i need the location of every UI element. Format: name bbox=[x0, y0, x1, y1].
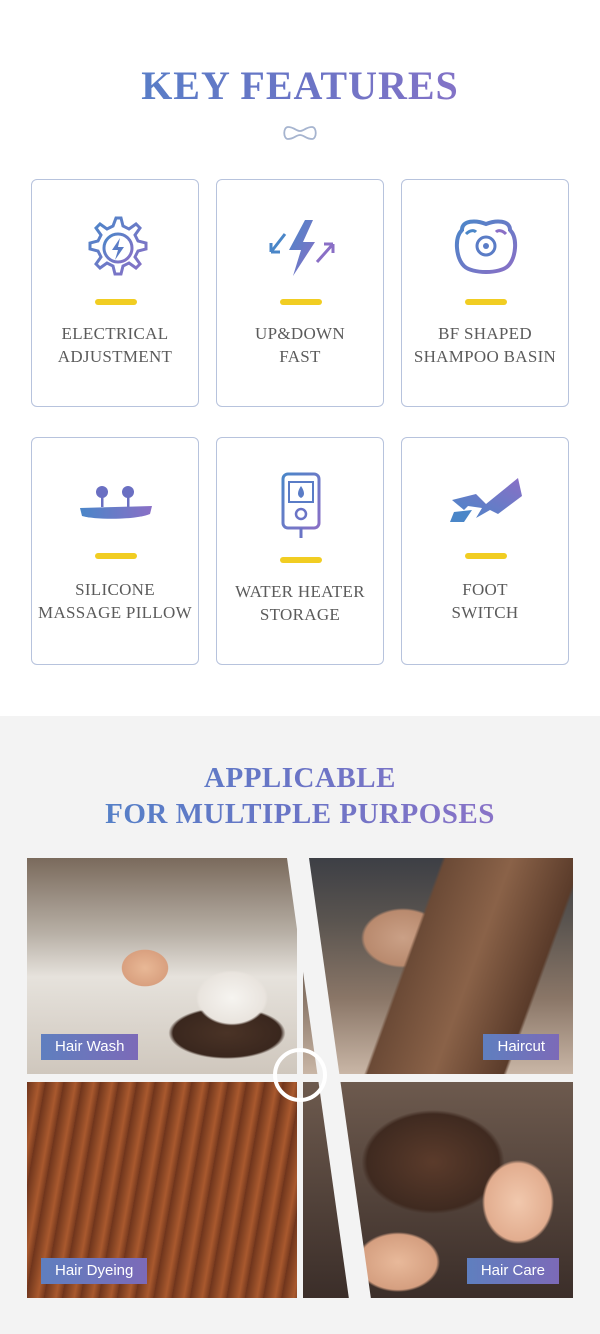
photo-label: Haircut bbox=[483, 1034, 559, 1060]
feature-label: ELECTRICAL ADJUSTMENT bbox=[32, 322, 198, 368]
applicable-purposes-section: APPLICABLE FOR MULTIPLE PURPOSES Hair Wa… bbox=[0, 716, 600, 1334]
feature-label: BF SHAPED SHAMPOO BASIN bbox=[402, 322, 568, 368]
feature-label-line1: FOOT bbox=[462, 580, 508, 599]
massage-pillow-icon bbox=[80, 486, 152, 519]
key-features-section: KEY FEATURES ELECTRICAL ADJUSTMENT UP&DO… bbox=[0, 0, 600, 716]
feature-label-line2: SHAMPOO BASIN bbox=[413, 347, 557, 366]
feature-label-line2: SWITCH bbox=[451, 603, 519, 622]
ornament-divider-icon bbox=[283, 126, 317, 140]
feature-label-line2: MASSAGE PILLOW bbox=[38, 603, 192, 622]
yellow-accent-bar bbox=[280, 557, 322, 563]
feature-label-line1: UP&DOWN bbox=[255, 324, 345, 343]
feature-card-electrical-adjustment: ELECTRICAL ADJUSTMENT bbox=[31, 179, 199, 407]
yellow-accent-bar bbox=[465, 299, 507, 305]
feature-card-silicone-massage-pillow: SILICONE MASSAGE PILLOW bbox=[31, 437, 199, 665]
water-heater-icon bbox=[281, 472, 321, 538]
purposes-title-line1: APPLICABLE bbox=[0, 760, 600, 796]
lightning-arrows-icon bbox=[269, 220, 335, 276]
feature-label-line1: WATER HEATER bbox=[235, 582, 365, 601]
haircut-photo: Haircut bbox=[303, 858, 573, 1074]
purposes-title: APPLICABLE FOR MULTIPLE PURPOSES bbox=[0, 760, 600, 832]
feature-label: UP&DOWN FAST bbox=[217, 322, 383, 368]
feature-label-line2: FAST bbox=[279, 347, 321, 366]
feature-label-line1: SILICONE bbox=[75, 580, 155, 599]
feature-card-foot-switch: FOOT SWITCH bbox=[401, 437, 569, 665]
feature-label-line1: ELECTRICAL bbox=[61, 324, 169, 343]
foot-switch-icon bbox=[450, 478, 522, 522]
feature-label-line1: BF SHAPED bbox=[438, 324, 532, 343]
yellow-accent-bar bbox=[280, 299, 322, 305]
center-ring-ornament bbox=[273, 1048, 327, 1102]
yellow-accent-bar bbox=[95, 299, 137, 305]
feature-card-up-down-fast: UP&DOWN FAST bbox=[216, 179, 384, 407]
key-features-title: KEY FEATURES bbox=[0, 62, 600, 109]
yellow-accent-bar bbox=[95, 553, 137, 559]
gear-lightning-icon bbox=[88, 216, 148, 276]
photo-label: Hair Dyeing bbox=[41, 1258, 148, 1284]
purposes-title-line2: FOR MULTIPLE PURPOSES bbox=[0, 796, 600, 832]
shampoo-basin-icon bbox=[455, 219, 517, 274]
feature-card-water-heater-storage: WATER HEATER STORAGE bbox=[216, 437, 384, 665]
hair-wash-photo: Hair Wash bbox=[27, 858, 297, 1074]
hair-dyeing-photo: Hair Dyeing bbox=[27, 1082, 297, 1298]
photo-label: Hair Wash bbox=[41, 1034, 139, 1060]
feature-label: SILICONE MASSAGE PILLOW bbox=[32, 578, 198, 624]
photo-label: Hair Care bbox=[466, 1258, 559, 1284]
feature-label-line2: ADJUSTMENT bbox=[57, 347, 173, 366]
feature-card-bf-shaped-shampoo-basin: BF SHAPED SHAMPOO BASIN bbox=[401, 179, 569, 407]
feature-label: FOOT SWITCH bbox=[402, 578, 568, 624]
feature-label: WATER HEATER STORAGE bbox=[217, 580, 383, 626]
feature-label-line2: STORAGE bbox=[259, 605, 341, 624]
yellow-accent-bar bbox=[465, 553, 507, 559]
purposes-photo-collage: Hair Wash Haircut Hair Dyeing Hair Care bbox=[27, 858, 573, 1298]
